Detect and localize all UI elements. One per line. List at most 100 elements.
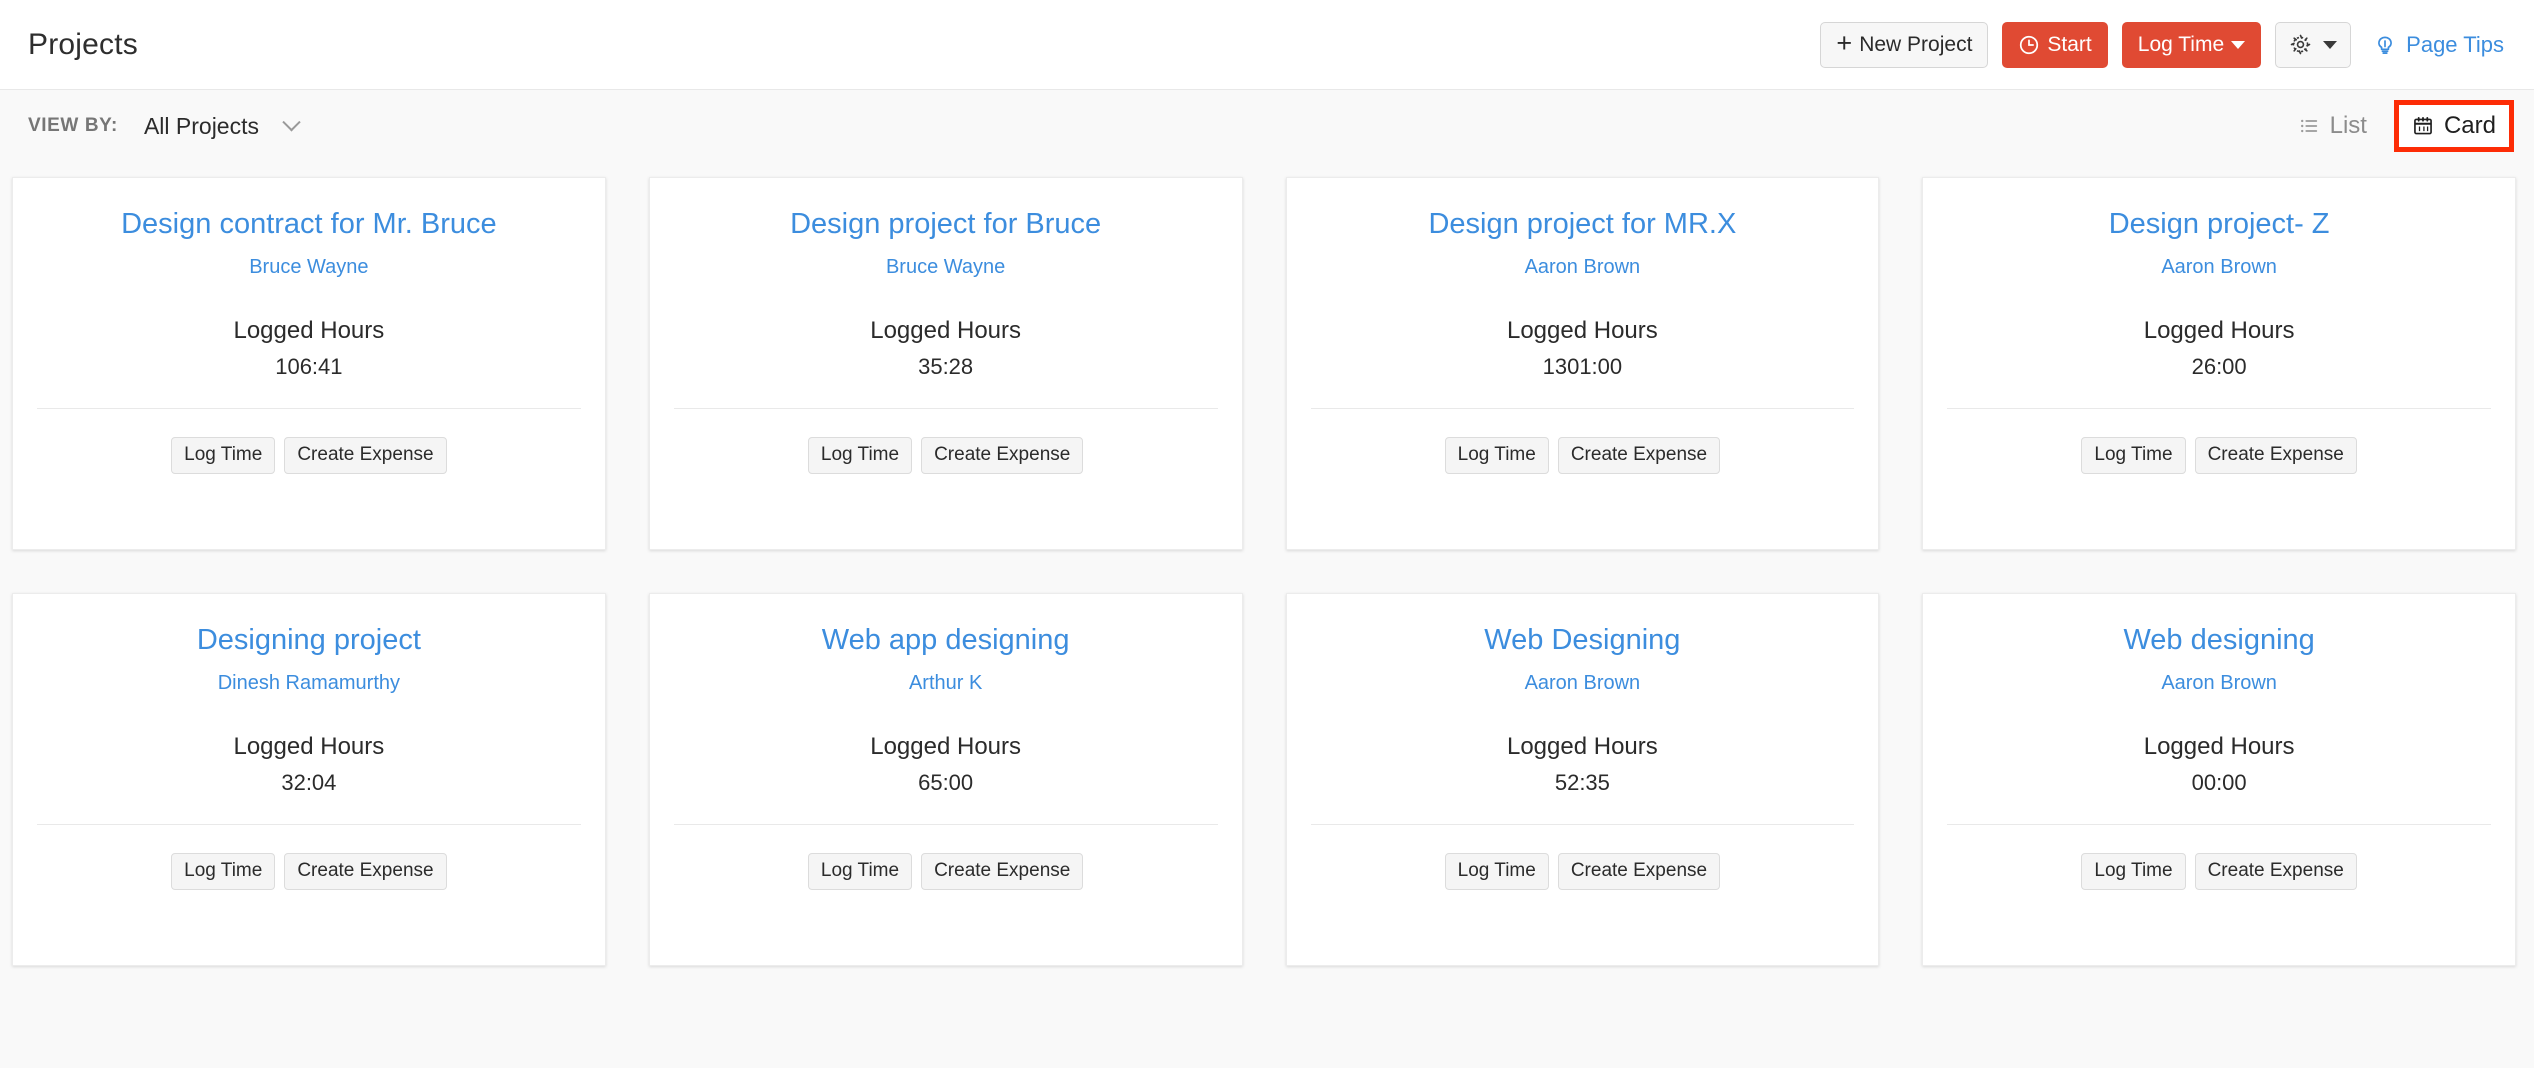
card-actions: Log Time Create Expense: [2081, 437, 2356, 474]
card-create-expense-button[interactable]: Create Expense: [284, 853, 446, 890]
project-owner-link[interactable]: Aaron Brown: [2161, 256, 2277, 279]
card-log-time-button[interactable]: Log Time: [171, 853, 275, 890]
logged-hours-label: Logged Hours: [233, 733, 384, 761]
log-time-dropdown-button[interactable]: Log Time: [2122, 22, 2261, 68]
project-filter-value: All Projects: [144, 113, 259, 140]
project-title-link[interactable]: Design project for Bruce: [790, 208, 1101, 241]
logged-hours-value: 1301:00: [1543, 354, 1623, 380]
project-card: Design project for MR.X Aaron Brown Logged…: [1286, 177, 1880, 550]
logged-hours-label: Logged Hours: [2144, 317, 2295, 345]
logged-hours-value: 35:28: [918, 354, 973, 380]
card-log-time-button[interactable]: Log Time: [808, 853, 912, 890]
chevron-down-icon: [2323, 41, 2337, 49]
project-owner-link[interactable]: Bruce Wayne: [886, 256, 1005, 279]
list-icon: [2298, 115, 2320, 137]
view-mode-toggle-group: List Card: [2285, 100, 2516, 152]
card-create-expense-button[interactable]: Create Expense: [1558, 853, 1720, 890]
page-tips-button[interactable]: Page Tips: [2373, 32, 2504, 58]
start-label: Start: [2047, 33, 2091, 57]
log-time-label: Log Time: [2138, 33, 2224, 57]
logged-hours-value: 26:00: [2192, 354, 2247, 380]
card-divider: [1947, 408, 2491, 409]
lightbulb-icon: [2373, 33, 2397, 57]
plus-icon: +: [1836, 30, 1852, 57]
list-view-label: List: [2330, 112, 2367, 140]
card-actions: Log TimeCreate Expense: [808, 437, 1083, 474]
logged-hours-label: Logged Hours: [1507, 317, 1658, 345]
card-create-expense-button[interactable]: Create Expense: [284, 437, 446, 474]
card-actions: Log TimeCreate Expense: [808, 853, 1083, 890]
project-owner-link[interactable]: Bruce Wayne: [249, 256, 368, 279]
project-owner-link[interactable]: Dinesh Ramamurthy: [218, 672, 400, 695]
card-divider: [37, 824, 581, 825]
project-card: Web designingAaron BrownLogged Hours00:0…: [1922, 593, 2516, 966]
card-log-time-button[interactable]: Log Time: [2081, 853, 2185, 890]
project-filter-dropdown[interactable]: All Projects: [144, 113, 298, 140]
card-log-time-button[interactable]: Log Time: [1445, 437, 1549, 474]
start-timer-button[interactable]: Start: [2002, 22, 2107, 68]
card-divider: [674, 408, 1218, 409]
view-by-bar: VIEW BY: All Projects List: [0, 90, 2534, 162]
card-divider: [37, 408, 581, 409]
project-title-link[interactable]: Designing project: [197, 624, 421, 657]
project-title-link[interactable]: Web designing: [2123, 624, 2314, 657]
project-card: Web app designing Arthur K Logged Hours 65:…: [649, 593, 1243, 966]
logged-hours-label: Logged Hours: [1507, 733, 1658, 761]
project-owner-link[interactable]: Aaron Brown: [2161, 672, 2277, 695]
card-divider: [1311, 408, 1855, 409]
card-view-highlight-box: Card: [2394, 100, 2514, 152]
card-divider: [1311, 824, 1855, 825]
project-title-link[interactable]: Design project for MR.X: [1428, 208, 1736, 241]
project-card-grid: Design contract for Mr. Bruce Bruce Wayne…: [0, 162, 2534, 966]
clock-icon: [2018, 34, 2040, 56]
page-header: Projects + New Project Start Log Time: [0, 0, 2534, 90]
project-owner-link[interactable]: Aaron Brown: [1525, 256, 1641, 279]
project-title-link[interactable]: Web app designing: [822, 624, 1070, 657]
card-create-expense-button[interactable]: Create Expense: [1558, 437, 1720, 474]
logged-hours-label: Logged Hours: [2144, 733, 2295, 761]
card-create-expense-button[interactable]: Create Expense: [2195, 437, 2357, 474]
card-grid-icon: [2412, 115, 2434, 137]
project-title-link[interactable]: Web Designing: [1484, 624, 1680, 657]
new-project-label: New Project: [1859, 33, 1972, 57]
card-actions: Log TimeCreate Expense: [1445, 437, 1720, 474]
logged-hours-value: 65:00: [918, 770, 973, 796]
logged-hours-label: Logged Hours: [870, 733, 1021, 761]
project-owner-link[interactable]: Aaron Brown: [1525, 672, 1641, 695]
logged-hours-value: 106:41: [275, 354, 342, 380]
card-view-toggle[interactable]: Card: [2399, 105, 2509, 147]
settings-dropdown-button[interactable]: [2275, 22, 2351, 68]
card-divider: [674, 824, 1218, 825]
list-view-toggle[interactable]: List: [2285, 105, 2380, 147]
gear-icon: [2289, 33, 2312, 56]
card-create-expense-button[interactable]: Create Expense: [921, 437, 1083, 474]
new-project-button[interactable]: + New Project: [1820, 22, 1988, 68]
view-by-group: VIEW BY: All Projects: [28, 113, 298, 140]
card-log-time-button[interactable]: Log Time: [808, 437, 912, 474]
logged-hours-label: Logged Hours: [233, 317, 384, 345]
view-by-label: VIEW BY:: [28, 115, 118, 137]
card-log-time-button[interactable]: Log Time: [1445, 853, 1549, 890]
header-actions: + New Project Start Log Time: [1820, 22, 2504, 68]
chevron-down-icon: [282, 113, 300, 131]
card-actions: Log Time Create Expense: [2081, 853, 2356, 890]
project-card: Design project for Bruce Bruce Wayne Logge…: [649, 177, 1243, 550]
card-actions: Log TimeCreate Expense: [171, 437, 446, 474]
project-card: Design project- Z Aaron Brown Logged Hours…: [1922, 177, 2516, 550]
chevron-down-icon: [2231, 41, 2245, 49]
project-title-link[interactable]: Design project- Z: [2109, 208, 2330, 241]
card-actions: Log TimeCreate Expense: [171, 853, 446, 890]
page-tips-label: Page Tips: [2406, 32, 2504, 58]
project-title-link[interactable]: Design contract for Mr. Bruce: [121, 208, 497, 241]
project-card: Web Designing Aaron Brown Logged Hours 52:3…: [1286, 593, 1880, 966]
logged-hours-value: 52:35: [1555, 770, 1610, 796]
logged-hours-value: 32:04: [281, 770, 336, 796]
card-create-expense-button[interactable]: Create Expense: [2195, 853, 2357, 890]
logged-hours-label: Logged Hours: [870, 317, 1021, 345]
card-log-time-button[interactable]: Log Time: [171, 437, 275, 474]
card-divider: [1947, 824, 2491, 825]
project-owner-link[interactable]: Arthur K: [909, 672, 982, 695]
card-log-time-button[interactable]: Log Time: [2081, 437, 2185, 474]
card-create-expense-button[interactable]: Create Expense: [921, 853, 1083, 890]
project-card: Designing project Dinesh Ramamurthy Logged…: [12, 593, 606, 966]
